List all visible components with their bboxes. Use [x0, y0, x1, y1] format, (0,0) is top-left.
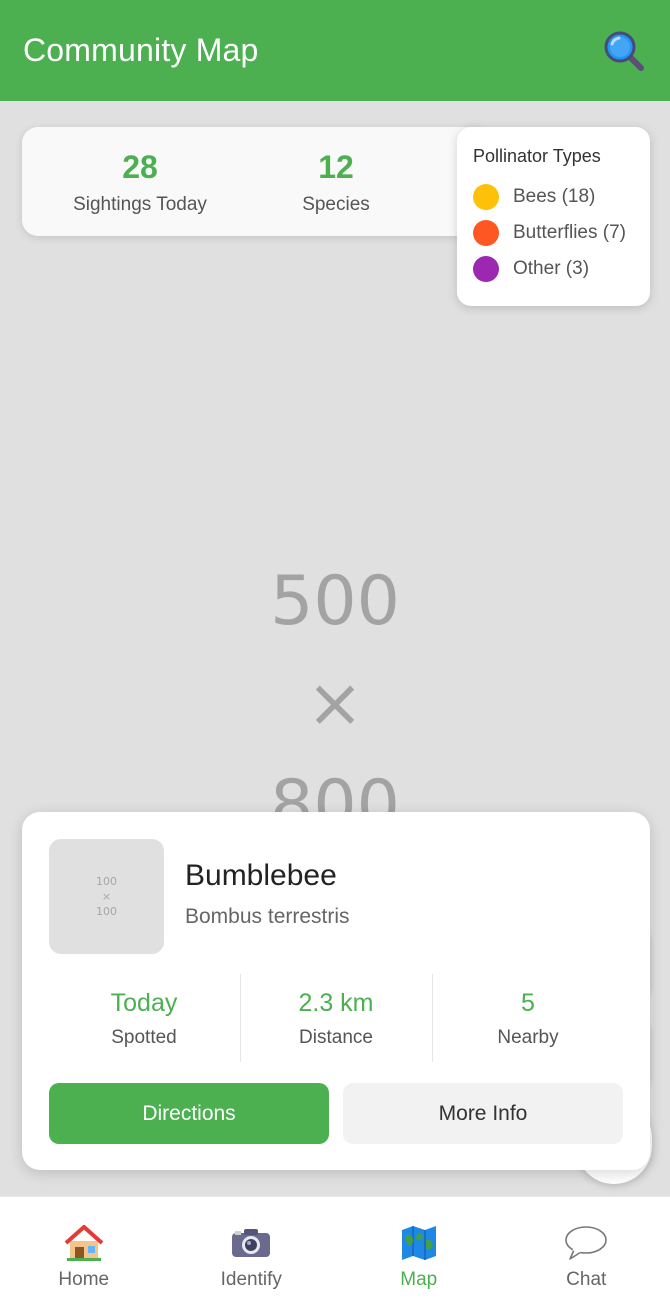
- stat-value: 28: [122, 149, 158, 185]
- stat-label: Species: [302, 194, 370, 215]
- thumbnail-placeholder-text: 100: [96, 875, 117, 888]
- stat-species: 12 Species: [236, 147, 436, 223]
- camera-icon: [229, 1223, 273, 1263]
- metric-value: 5: [521, 989, 535, 1017]
- pollinator-legend: Pollinator Types Bees (18) Butterflies (…: [457, 127, 650, 306]
- house-icon: [62, 1223, 106, 1263]
- search-button[interactable]: [601, 28, 647, 74]
- map-placeholder-times: ×: [306, 664, 364, 743]
- species-scientific-name: Bombus terrestris: [185, 905, 350, 928]
- legend-label: Bees (18): [513, 186, 596, 207]
- legend-title: Pollinator Types: [473, 146, 601, 166]
- directions-button[interactable]: Directions: [49, 1083, 329, 1144]
- app-header: Community Map: [0, 0, 670, 101]
- legend-label: Other (3): [513, 258, 590, 279]
- magnifying-glass-icon: [604, 31, 644, 71]
- page-title: Community Map: [23, 32, 259, 68]
- legend-label: Butterflies (7): [513, 222, 626, 243]
- species-name: Bumblebee: [185, 859, 337, 892]
- nav-label: Chat: [566, 1269, 607, 1290]
- metric-nearby: 5 Nearby: [432, 974, 624, 1062]
- nav-item-identify[interactable]: Identify: [168, 1197, 336, 1312]
- map-icon: [397, 1223, 441, 1263]
- metric-label: Spotted: [111, 1027, 177, 1048]
- metric-label: Distance: [299, 1027, 373, 1048]
- metric-label: Nearby: [497, 1027, 559, 1048]
- metric-value: Today: [110, 989, 178, 1017]
- stats-card: 28 Sightings Today 12 Species: [22, 127, 492, 236]
- bottom-navigation: Home Identify Map Chat: [0, 1196, 670, 1312]
- nav-item-map[interactable]: Map: [335, 1197, 503, 1312]
- legend-dot: [473, 256, 499, 282]
- nav-item-home[interactable]: Home: [0, 1197, 168, 1312]
- more-info-button[interactable]: More Info: [343, 1083, 623, 1144]
- nav-item-chat[interactable]: Chat: [503, 1197, 670, 1312]
- sighting-info-card: 100 × 100 Bumblebee Bombus terrestris To…: [22, 812, 650, 1170]
- metric-spotted: Today Spotted: [48, 974, 240, 1062]
- thumbnail-placeholder-text: 100: [96, 905, 117, 918]
- legend-dot: [473, 184, 499, 210]
- nav-label: Map: [400, 1269, 438, 1290]
- legend-item-other: Other (3): [473, 251, 634, 287]
- thumbnail-placeholder-text: ×: [101, 890, 112, 903]
- stat-label: Sightings Today: [73, 194, 207, 215]
- metric-distance: 2.3 km Distance: [240, 974, 432, 1062]
- legend-item-butterflies: Butterflies (7): [473, 215, 634, 251]
- chat-bubble-icon: [564, 1223, 608, 1263]
- legend-dot: [473, 220, 499, 246]
- stat-sightings: 28 Sightings Today: [40, 147, 240, 223]
- nav-label: Identify: [220, 1269, 282, 1290]
- metric-value: 2.3 km: [298, 989, 374, 1017]
- nav-label: Home: [58, 1269, 110, 1290]
- stat-value: 12: [318, 149, 354, 185]
- species-thumbnail: 100 × 100: [49, 839, 164, 954]
- map-placeholder-width: 500: [270, 562, 400, 641]
- legend-item-bees: Bees (18): [473, 179, 634, 215]
